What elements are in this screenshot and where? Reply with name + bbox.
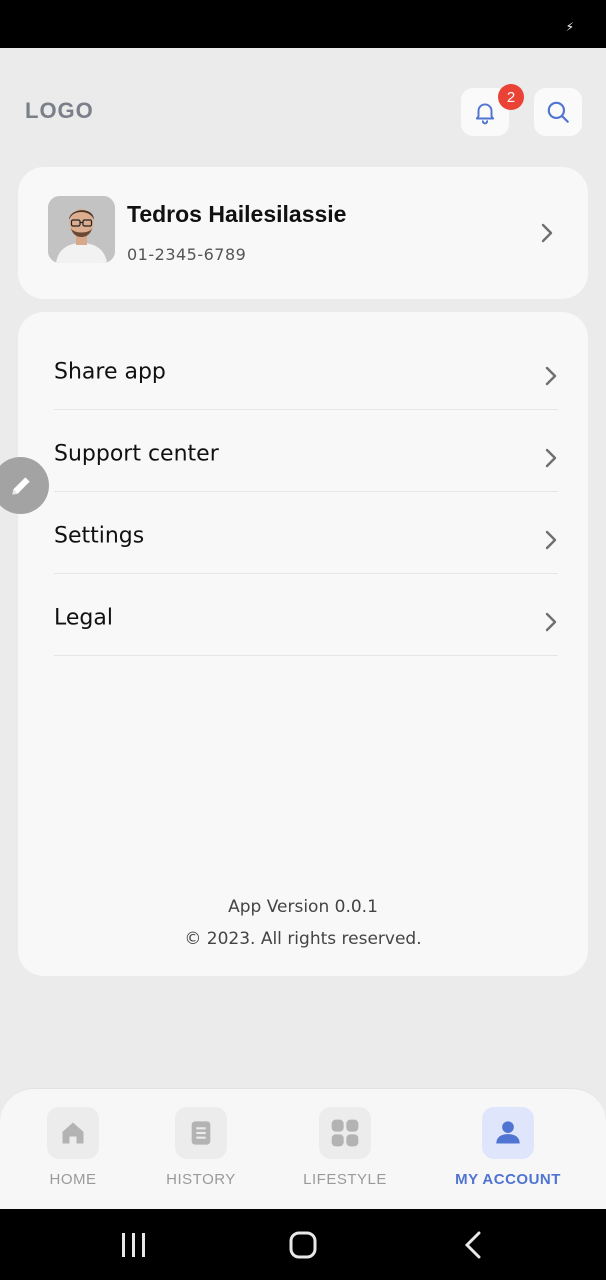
profile-name: Tedros Hailesilassie: [127, 201, 347, 227]
nav-label: LIFESTYLE: [303, 1171, 387, 1188]
nav-label: HOME: [49, 1171, 97, 1188]
back-button[interactable]: [453, 1231, 493, 1259]
menu-item-label: Legal: [54, 605, 113, 631]
menu-item-share-app[interactable]: Share app: [54, 328, 558, 410]
menu-card: Share app Support center Settings Legal …: [18, 312, 588, 976]
home-circle-icon: [289, 1231, 317, 1259]
home-icon: [47, 1107, 99, 1159]
chevron-right-icon: [545, 448, 557, 468]
recent-apps-button[interactable]: [114, 1231, 154, 1259]
app-header: LOGO 2: [0, 48, 606, 166]
copyright-text: © 2023. All rights reserved.: [184, 929, 422, 949]
recent-apps-icon: [122, 1233, 145, 1257]
profile-phone: 01-2345-6789: [127, 245, 247, 264]
pencil-icon: [11, 476, 30, 495]
nav-item-home[interactable]: HOME: [13, 1107, 133, 1197]
menu-item-settings[interactable]: Settings: [54, 492, 558, 574]
charging-icon: ⚡: [565, 20, 574, 34]
search-icon: [547, 101, 569, 123]
avatar: [48, 196, 115, 263]
notification-count-badge: 2: [498, 84, 524, 110]
app-logo: LOGO: [25, 98, 94, 123]
bottom-navigation: HOME HISTORY LIFESTYLE MY ACCOUNT: [0, 1088, 606, 1209]
user-icon: [482, 1107, 534, 1159]
nav-label: MY ACCOUNT: [455, 1171, 561, 1188]
app-version: App Version 0.0.1: [228, 897, 378, 917]
status-bar: ⚡: [0, 0, 606, 48]
chevron-right-icon: [545, 366, 557, 386]
menu-item-label: Share app: [54, 359, 166, 385]
nav-item-lifestyle[interactable]: LIFESTYLE: [285, 1107, 405, 1197]
menu-item-label: Settings: [54, 523, 145, 549]
home-system-button[interactable]: [283, 1231, 323, 1259]
menu-item-label: Support center: [54, 441, 219, 467]
system-navigation-bar: [0, 1209, 606, 1280]
grid-icon: [319, 1107, 371, 1159]
chevron-right-icon: [545, 530, 557, 550]
menu-item-legal[interactable]: Legal: [54, 574, 558, 656]
chevron-right-icon: [545, 612, 557, 632]
back-icon: [464, 1231, 481, 1259]
nav-item-history[interactable]: HISTORY: [141, 1107, 261, 1197]
menu-item-support-center[interactable]: Support center: [54, 410, 558, 492]
search-button[interactable]: [534, 88, 582, 136]
profile-card[interactable]: Tedros Hailesilassie 01-2345-6789: [18, 167, 588, 299]
nav-item-my-account[interactable]: MY ACCOUNT: [448, 1107, 568, 1197]
history-icon: [175, 1107, 227, 1159]
nav-label: HISTORY: [166, 1171, 236, 1188]
bell-icon: [475, 103, 495, 125]
chevron-right-icon: [541, 223, 553, 243]
